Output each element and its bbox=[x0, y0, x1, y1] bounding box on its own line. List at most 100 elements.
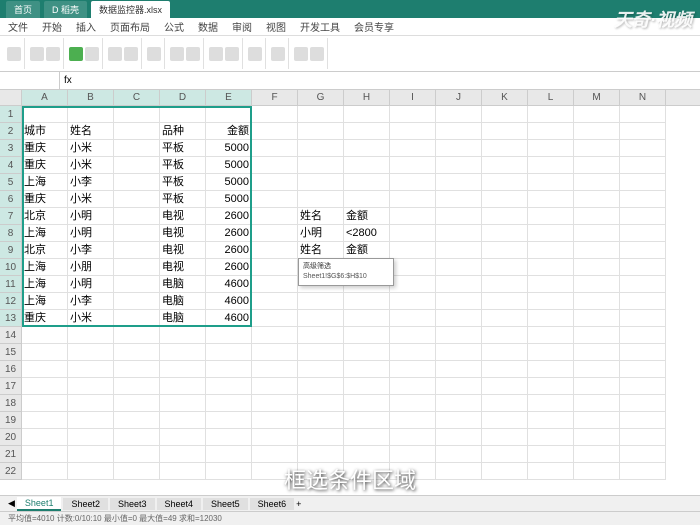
cell-F17[interactable] bbox=[252, 378, 298, 395]
cell-M16[interactable] bbox=[574, 361, 620, 378]
cell-M6[interactable] bbox=[574, 191, 620, 208]
row-header-1[interactable]: 1 bbox=[0, 106, 22, 123]
cell-I18[interactable] bbox=[390, 395, 436, 412]
cell-G18[interactable] bbox=[298, 395, 344, 412]
cell-D5[interactable]: 平板 bbox=[160, 174, 206, 191]
cell-M22[interactable] bbox=[574, 463, 620, 480]
cell-A3[interactable]: 重庆 bbox=[22, 140, 68, 157]
cell-B18[interactable] bbox=[68, 395, 114, 412]
col-header-A[interactable]: A bbox=[22, 90, 68, 105]
cell-E10[interactable]: 2600 bbox=[206, 259, 252, 276]
cell-J2[interactable] bbox=[436, 123, 482, 140]
cell-G21[interactable] bbox=[298, 446, 344, 463]
app-tab-home[interactable]: 首页 bbox=[6, 1, 40, 18]
row-header-9[interactable]: 9 bbox=[0, 242, 22, 259]
cell-K18[interactable] bbox=[482, 395, 528, 412]
cell-F7[interactable] bbox=[252, 208, 298, 225]
cell-B6[interactable]: 小米 bbox=[68, 191, 114, 208]
select-all-corner[interactable] bbox=[0, 90, 22, 105]
cell-E2[interactable]: 金额 bbox=[206, 123, 252, 140]
cell-G7[interactable]: 姓名 bbox=[298, 208, 344, 225]
cell-L19[interactable] bbox=[528, 412, 574, 429]
font-icon[interactable] bbox=[85, 47, 99, 61]
cell-L8[interactable] bbox=[528, 225, 574, 242]
cell-M11[interactable] bbox=[574, 276, 620, 293]
cell-J7[interactable] bbox=[436, 208, 482, 225]
menu-layout[interactable]: 页面布局 bbox=[110, 19, 150, 34]
cell-F8[interactable] bbox=[252, 225, 298, 242]
cell-D7[interactable]: 电视 bbox=[160, 208, 206, 225]
row-header-11[interactable]: 11 bbox=[0, 276, 22, 293]
col-header-I[interactable]: I bbox=[390, 90, 436, 105]
cell-A11[interactable]: 上海 bbox=[22, 276, 68, 293]
cell-A12[interactable]: 上海 bbox=[22, 293, 68, 310]
cell-F20[interactable] bbox=[252, 429, 298, 446]
cell-I12[interactable] bbox=[390, 293, 436, 310]
merge-icon[interactable] bbox=[124, 47, 138, 61]
cell-N10[interactable] bbox=[620, 259, 666, 276]
cell-K11[interactable] bbox=[482, 276, 528, 293]
cell-N5[interactable] bbox=[620, 174, 666, 191]
cell-H3[interactable] bbox=[344, 140, 390, 157]
cell-L6[interactable] bbox=[528, 191, 574, 208]
cell-D17[interactable] bbox=[160, 378, 206, 395]
cell-C12[interactable] bbox=[114, 293, 160, 310]
cell-E3[interactable]: 5000 bbox=[206, 140, 252, 157]
sheet-tab-5[interactable]: Sheet5 bbox=[203, 498, 248, 510]
cell-L14[interactable] bbox=[528, 327, 574, 344]
cell-L15[interactable] bbox=[528, 344, 574, 361]
cell-J18[interactable] bbox=[436, 395, 482, 412]
cells-grid[interactable]: 城市姓名品种金额重庆小米平板5000重庆小米平板5000上海小李平板5000重庆… bbox=[22, 106, 666, 480]
cell-E6[interactable]: 5000 bbox=[206, 191, 252, 208]
cell-M10[interactable] bbox=[574, 259, 620, 276]
advanced-filter-dialog[interactable]: 高级筛选 Sheet1!$G$6:$H$10 bbox=[298, 258, 394, 286]
cell-M2[interactable] bbox=[574, 123, 620, 140]
cell-K8[interactable] bbox=[482, 225, 528, 242]
align-icon[interactable] bbox=[108, 47, 122, 61]
sheet-tab-1[interactable]: Sheet1 bbox=[17, 497, 62, 511]
cell-G15[interactable] bbox=[298, 344, 344, 361]
cell-J4[interactable] bbox=[436, 157, 482, 174]
cell-H13[interactable] bbox=[344, 310, 390, 327]
cell-J15[interactable] bbox=[436, 344, 482, 361]
menu-file[interactable]: 文件 bbox=[8, 19, 28, 34]
cell-E16[interactable] bbox=[206, 361, 252, 378]
cell-C11[interactable] bbox=[114, 276, 160, 293]
cell-M7[interactable] bbox=[574, 208, 620, 225]
col-header-M[interactable]: M bbox=[574, 90, 620, 105]
cell-B21[interactable] bbox=[68, 446, 114, 463]
cell-E22[interactable] bbox=[206, 463, 252, 480]
cut-icon[interactable] bbox=[30, 47, 44, 61]
menu-data[interactable]: 数据 bbox=[198, 19, 218, 34]
app-tab-file[interactable]: 数据监控器.xlsx bbox=[91, 1, 170, 18]
cell-N11[interactable] bbox=[620, 276, 666, 293]
col-header-H[interactable]: H bbox=[344, 90, 390, 105]
cell-N15[interactable] bbox=[620, 344, 666, 361]
row-header-18[interactable]: 18 bbox=[0, 395, 22, 412]
cell-K12[interactable] bbox=[482, 293, 528, 310]
cell-C20[interactable] bbox=[114, 429, 160, 446]
cell-B19[interactable] bbox=[68, 412, 114, 429]
cell-L1[interactable] bbox=[528, 106, 574, 123]
cell-A17[interactable] bbox=[22, 378, 68, 395]
cell-C3[interactable] bbox=[114, 140, 160, 157]
cell-N13[interactable] bbox=[620, 310, 666, 327]
cell-J6[interactable] bbox=[436, 191, 482, 208]
cell-N2[interactable] bbox=[620, 123, 666, 140]
cell-G6[interactable] bbox=[298, 191, 344, 208]
cell-L4[interactable] bbox=[528, 157, 574, 174]
cell-I4[interactable] bbox=[390, 157, 436, 174]
cell-J22[interactable] bbox=[436, 463, 482, 480]
cell-B3[interactable]: 小米 bbox=[68, 140, 114, 157]
cell-C14[interactable] bbox=[114, 327, 160, 344]
cell-A4[interactable]: 重庆 bbox=[22, 157, 68, 174]
cell-J10[interactable] bbox=[436, 259, 482, 276]
cell-N1[interactable] bbox=[620, 106, 666, 123]
dialog-range[interactable]: Sheet1!$G$6:$H$10 bbox=[303, 273, 389, 280]
row-header-12[interactable]: 12 bbox=[0, 293, 22, 310]
fill-icon[interactable] bbox=[170, 47, 184, 61]
cell-C7[interactable] bbox=[114, 208, 160, 225]
cell-M21[interactable] bbox=[574, 446, 620, 463]
cell-E7[interactable]: 2600 bbox=[206, 208, 252, 225]
cell-N8[interactable] bbox=[620, 225, 666, 242]
